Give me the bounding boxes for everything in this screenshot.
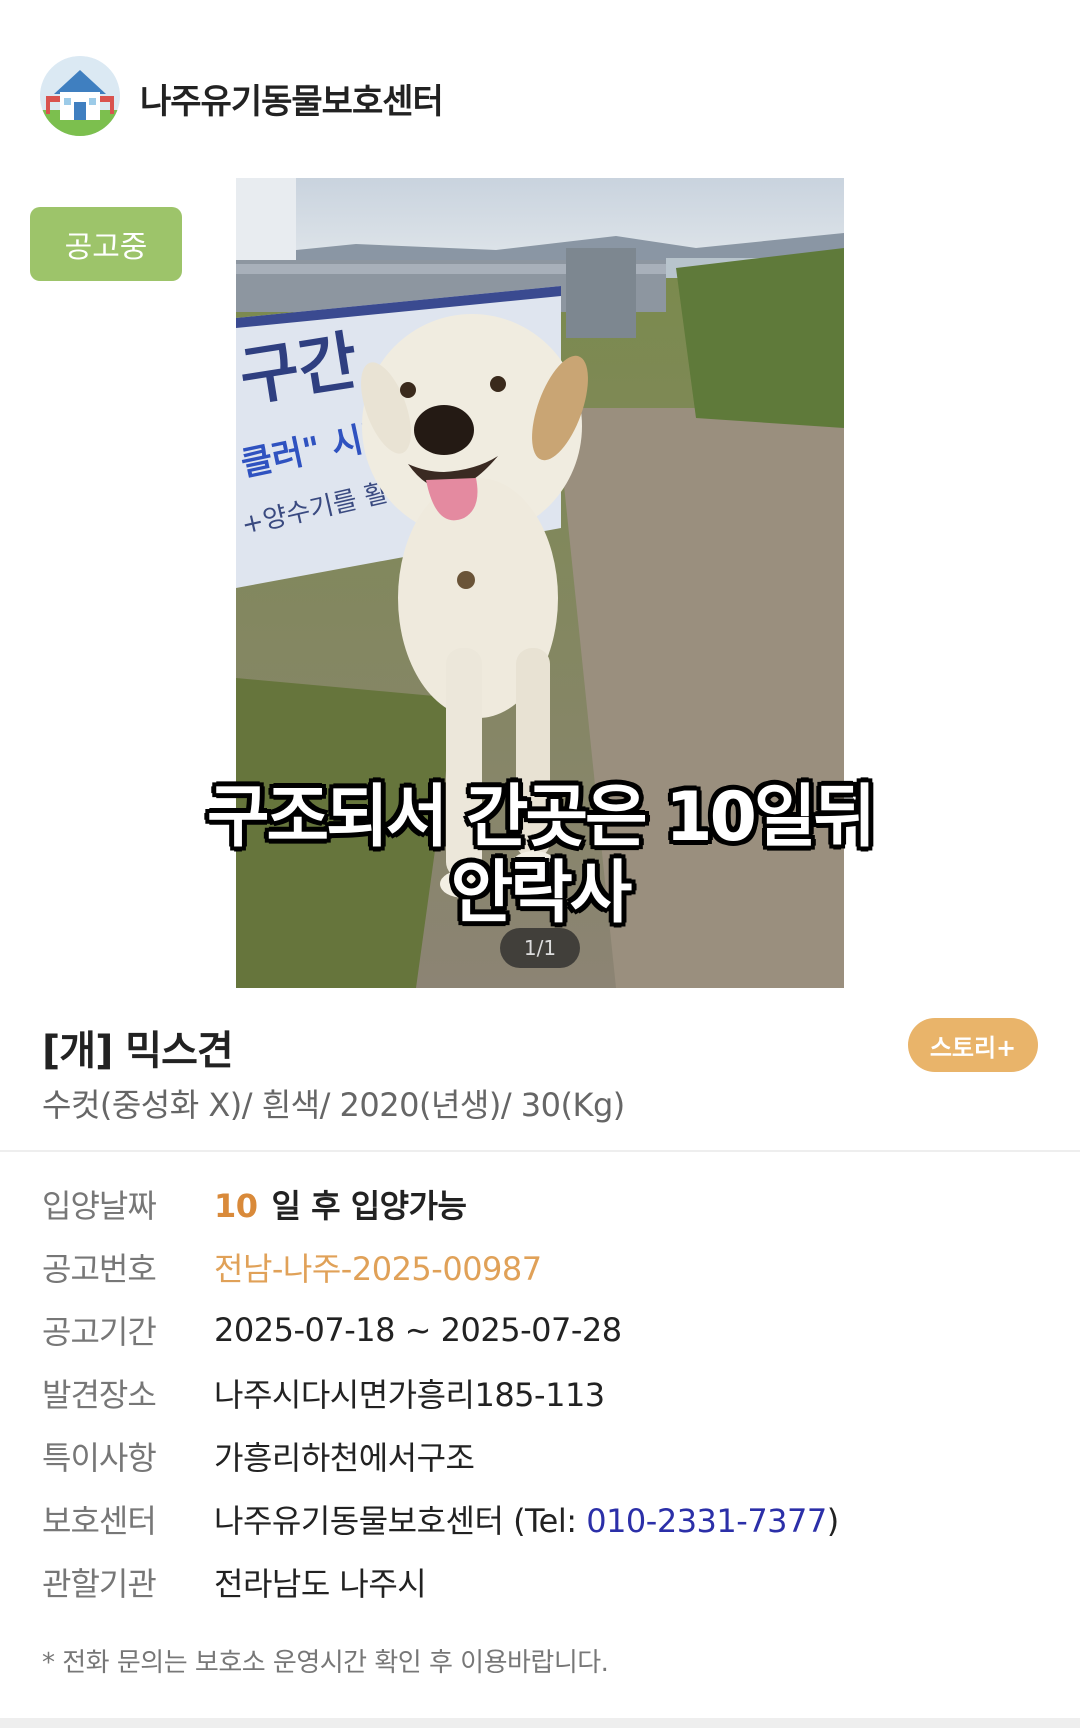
jurisdiction-label: 관할기관 xyxy=(42,1565,157,1603)
shelter-value: 나주유기동물보호센터 (Tel: 010-2331-7377) xyxy=(214,1496,839,1542)
info-row-notice-no: 공고번호 전남-나주-2025-00987 xyxy=(42,1242,542,1292)
notice-period-label: 공고기간 xyxy=(42,1313,157,1351)
bottom-divider xyxy=(0,1718,1080,1728)
shelter-name: 나주유기동물보호센터 xyxy=(140,82,444,122)
notice-no-label: 공고번호 xyxy=(42,1250,157,1288)
jurisdiction-value: 전라남도 나주시 xyxy=(214,1565,427,1603)
adoption-date-value: 10 일 후 입양가능 xyxy=(214,1181,467,1227)
adoption-days-count: 10 xyxy=(214,1187,258,1225)
status-badge: 공고중 xyxy=(30,207,182,281)
adoption-date-label: 입양날짜 xyxy=(42,1187,157,1225)
shelter-label: 보호센터 xyxy=(42,1502,157,1540)
divider xyxy=(0,1150,1080,1152)
house-icon xyxy=(40,56,120,136)
story-button[interactable]: 스토리+ xyxy=(908,1018,1038,1072)
animal-breed-title: [개] 믹스견 xyxy=(42,1028,234,1074)
info-row-special-notes: 특이사항 가흥리하천에서구조 xyxy=(42,1431,475,1481)
found-place-value: 나주시다시면가흥리185-113 xyxy=(214,1376,605,1414)
info-row-shelter: 보호센터 나주유기동물보호센터 (Tel: 010-2331-7377) xyxy=(42,1494,839,1544)
caption-line-1: 구조되서 간곳은 10일뒤 xyxy=(206,778,876,857)
shelter-tel-link[interactable]: 010-2331-7377 xyxy=(586,1502,827,1540)
info-row-jurisdiction: 관할기관 전라남도 나주시 xyxy=(42,1557,427,1607)
shelter-name-text: 나주유기동물보호센터 (Tel: xyxy=(214,1502,587,1540)
info-row-notice-period: 공고기간 2025-07-18 ~ 2025-07-28 xyxy=(42,1305,622,1355)
header: 나주유기동물보호센터 xyxy=(0,0,1080,170)
special-notes-label: 특이사항 xyxy=(42,1439,157,1477)
notice-no-value: 전남-나주-2025-00987 xyxy=(214,1250,542,1288)
shelter-tel-close: ) xyxy=(826,1502,839,1540)
info-row-found-place: 발견장소 나주시다시면가흥리185-113 xyxy=(42,1368,605,1418)
animal-summary: 수컷(중성화 X)/ 흰색/ 2020(년생)/ 30(Kg) xyxy=(42,1086,625,1124)
notice-period-value: 2025-07-18 ~ 2025-07-28 xyxy=(214,1311,622,1349)
found-place-label: 발견장소 xyxy=(42,1376,157,1414)
special-notes-value: 가흥리하천에서구조 xyxy=(214,1439,475,1477)
adoption-days-text: 일 후 입양가능 xyxy=(271,1187,467,1225)
phone-notice-footnote: * 전화 문의는 보호소 운영시간 확인 후 이용바랍니다. xyxy=(42,1648,609,1678)
caption-line-2: 안락사 xyxy=(450,854,633,933)
shelter-logo[interactable] xyxy=(40,56,120,136)
info-row-adoption-date: 입양날짜 10 일 후 입양가능 xyxy=(42,1179,467,1229)
page-indicator: 1/1 xyxy=(500,928,580,968)
